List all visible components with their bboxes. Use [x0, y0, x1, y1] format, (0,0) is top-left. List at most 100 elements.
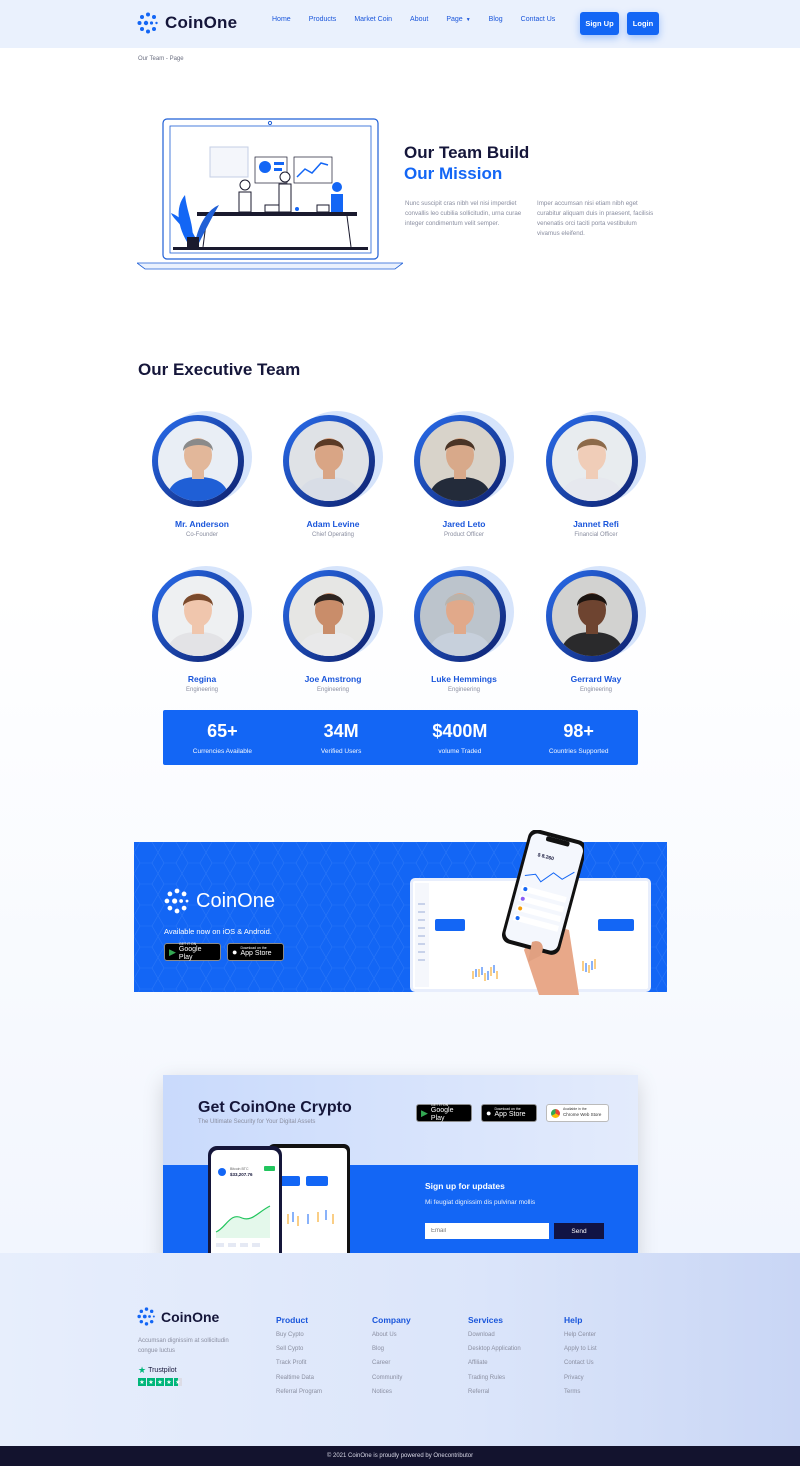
send-button[interactable]: Send	[554, 1223, 604, 1239]
team-member-card[interactable]: Mr. Anderson Co-Founder	[137, 411, 267, 538]
nav-about[interactable]: About	[410, 16, 428, 23]
coinone-logo-icon	[137, 1307, 155, 1326]
rating-half-star-icon: ★	[174, 1378, 182, 1386]
avatar	[283, 566, 383, 670]
stat-label: Countries Supported	[548, 748, 609, 755]
member-photo	[420, 421, 500, 501]
footer-link[interactable]: Referral Program	[276, 1389, 322, 1403]
trustpilot-widget[interactable]: ★ Trustpilot ★ ★ ★ ★ ★	[138, 1365, 182, 1386]
login-button[interactable]: Login	[627, 12, 659, 35]
member-photo	[289, 576, 369, 656]
portrait-image	[420, 576, 500, 656]
newsletter-subtitle: Mi feugiat dignissim dis pulvinar mollis	[425, 1199, 536, 1206]
member-photo	[289, 421, 369, 501]
avatar	[546, 411, 646, 515]
team-member-card[interactable]: Regina Engineering	[137, 566, 267, 693]
footer-link[interactable]: Download	[468, 1332, 521, 1346]
footer-link[interactable]: Apply to List	[564, 1346, 597, 1360]
chrome-icon	[551, 1108, 560, 1118]
portrait-image	[552, 576, 632, 656]
banner-brand-name: CoinOne	[196, 889, 275, 912]
team-member-card[interactable]: Jannet Refi Financial Officer	[531, 411, 661, 538]
nav-page-dropdown[interactable]: Page ▼	[446, 16, 470, 23]
google-play-big: Google Play	[178, 946, 202, 961]
footer-column-title: Services	[468, 1315, 503, 1325]
app-store-text: Download on the App Store	[240, 946, 271, 958]
executive-team-title: Our Executive Team	[138, 360, 301, 379]
member-role: Engineering	[447, 687, 481, 693]
member-name: Jared Leto	[442, 519, 486, 529]
nav-home[interactable]: Home	[272, 16, 291, 23]
app-store-big: App Store	[494, 1111, 526, 1118]
caret-down-icon: ▼	[465, 16, 471, 23]
member-role: Co-Founder	[185, 532, 218, 538]
team-member-card[interactable]: Gerrard Way Engineering	[531, 566, 661, 693]
team-member-card[interactable]: Joe Amstrong Engineering	[268, 566, 398, 693]
footer-link[interactable]: Trading Rules	[468, 1375, 521, 1389]
footer-link[interactable]: Notices	[372, 1389, 411, 1403]
member-photo	[158, 576, 238, 656]
brand-name: CoinOne	[165, 13, 238, 32]
footer-link[interactable]: Terms	[564, 1389, 597, 1403]
member-role: Engineering	[579, 687, 613, 693]
hero-title-line1: Our Team Build	[404, 143, 530, 162]
footer-link[interactable]: About Us	[372, 1332, 411, 1346]
team-member-card[interactable]: Jared Leto Product Officer	[399, 411, 529, 538]
footer-link[interactable]: Blog	[372, 1346, 411, 1360]
footer-link[interactable]: Privacy	[564, 1375, 597, 1389]
member-name: Regina	[187, 674, 217, 684]
footer-column: Product Buy Cypto Sell Cypto Track Profit Re…	[276, 1315, 322, 1403]
member-photo	[420, 576, 500, 656]
team-member-card[interactable]: Luke Hemmings Engineering	[399, 566, 529, 693]
nav-contact[interactable]: Contact Us	[521, 16, 556, 23]
footer-link[interactable]: Realtime Data	[276, 1375, 322, 1389]
nav-contact-label: Contact Us	[520, 16, 556, 23]
member-role: Engineering	[316, 687, 350, 693]
apple-icon: ●	[486, 1108, 492, 1118]
svg-text:$33,207.76: $33,207.76	[230, 1172, 253, 1177]
footer-link[interactable]: Help Center	[564, 1332, 597, 1346]
footer-link[interactable]: Track Profit	[276, 1360, 322, 1374]
nav-blog[interactable]: Blog	[489, 16, 503, 23]
footer-link[interactable]: Career	[372, 1360, 411, 1374]
google-play-badge[interactable]: ▶ GET IT ON Google Play	[416, 1103, 472, 1122]
member-name: Joe Amstrong	[304, 674, 362, 684]
footer-link[interactable]: Community	[372, 1375, 411, 1389]
app-store-badge[interactable]: ● Download on the App Store	[481, 1104, 537, 1122]
chrome-web-store-badge[interactable]: Available in the Chrome Web Store	[546, 1104, 609, 1122]
footer-link[interactable]: Desktop Application	[468, 1346, 521, 1360]
brand-logo[interactable]: CoinOne	[137, 12, 237, 34]
footer-column-title: Product	[276, 1315, 309, 1325]
footer-link[interactable]: Buy Cypto	[276, 1332, 322, 1346]
signup-button[interactable]: Sign Up	[580, 12, 619, 35]
nav-market-coin[interactable]: Market Coin	[354, 16, 392, 23]
team-member-card[interactable]: Adam Levine Chief Operating	[268, 411, 398, 538]
svg-text:Bitcoin BTC: Bitcoin BTC	[230, 1167, 249, 1171]
app-store-badge[interactable]: ● Download on the App Store	[227, 943, 284, 961]
coinone-logo-icon	[137, 12, 158, 34]
nav-products[interactable]: Products	[309, 16, 337, 23]
footer-link[interactable]: Sell Cypto	[276, 1346, 322, 1360]
footer-link[interactable]: Referral	[468, 1389, 521, 1403]
google-play-badge[interactable]: ▶ GET IT ON Google Play	[164, 942, 221, 961]
footer-column: Help Help Center Apply to List Contact Us Pr…	[564, 1315, 597, 1403]
footer-brand[interactable]: CoinOne	[137, 1307, 219, 1326]
stat-label: volume Traded	[438, 748, 482, 755]
stat-value: 98+	[563, 721, 594, 741]
nav-home-label: Home	[272, 16, 291, 23]
portrait-image	[158, 576, 238, 656]
apple-icon: ●	[232, 947, 238, 957]
google-play-icon: ▶	[421, 1107, 428, 1118]
get-app-subtitle: The Ultimate Security for Your Digital A…	[198, 1119, 316, 1125]
member-photo	[158, 421, 238, 501]
nav-products-label: Products	[308, 16, 337, 23]
avatar	[283, 411, 383, 515]
nav-about-label: About	[410, 16, 429, 23]
footer-column: Company About Us Blog Career Community Notice…	[372, 1315, 411, 1403]
stat-item: $400M volume Traded	[401, 710, 520, 765]
footer-link[interactable]: Affiliate	[468, 1360, 521, 1374]
footer-link[interactable]: Contact Us	[564, 1360, 597, 1374]
trustpilot-label: ★ Trustpilot	[138, 1365, 182, 1376]
member-name: Luke Hemmings	[431, 674, 497, 684]
email-input[interactable]	[425, 1223, 549, 1239]
